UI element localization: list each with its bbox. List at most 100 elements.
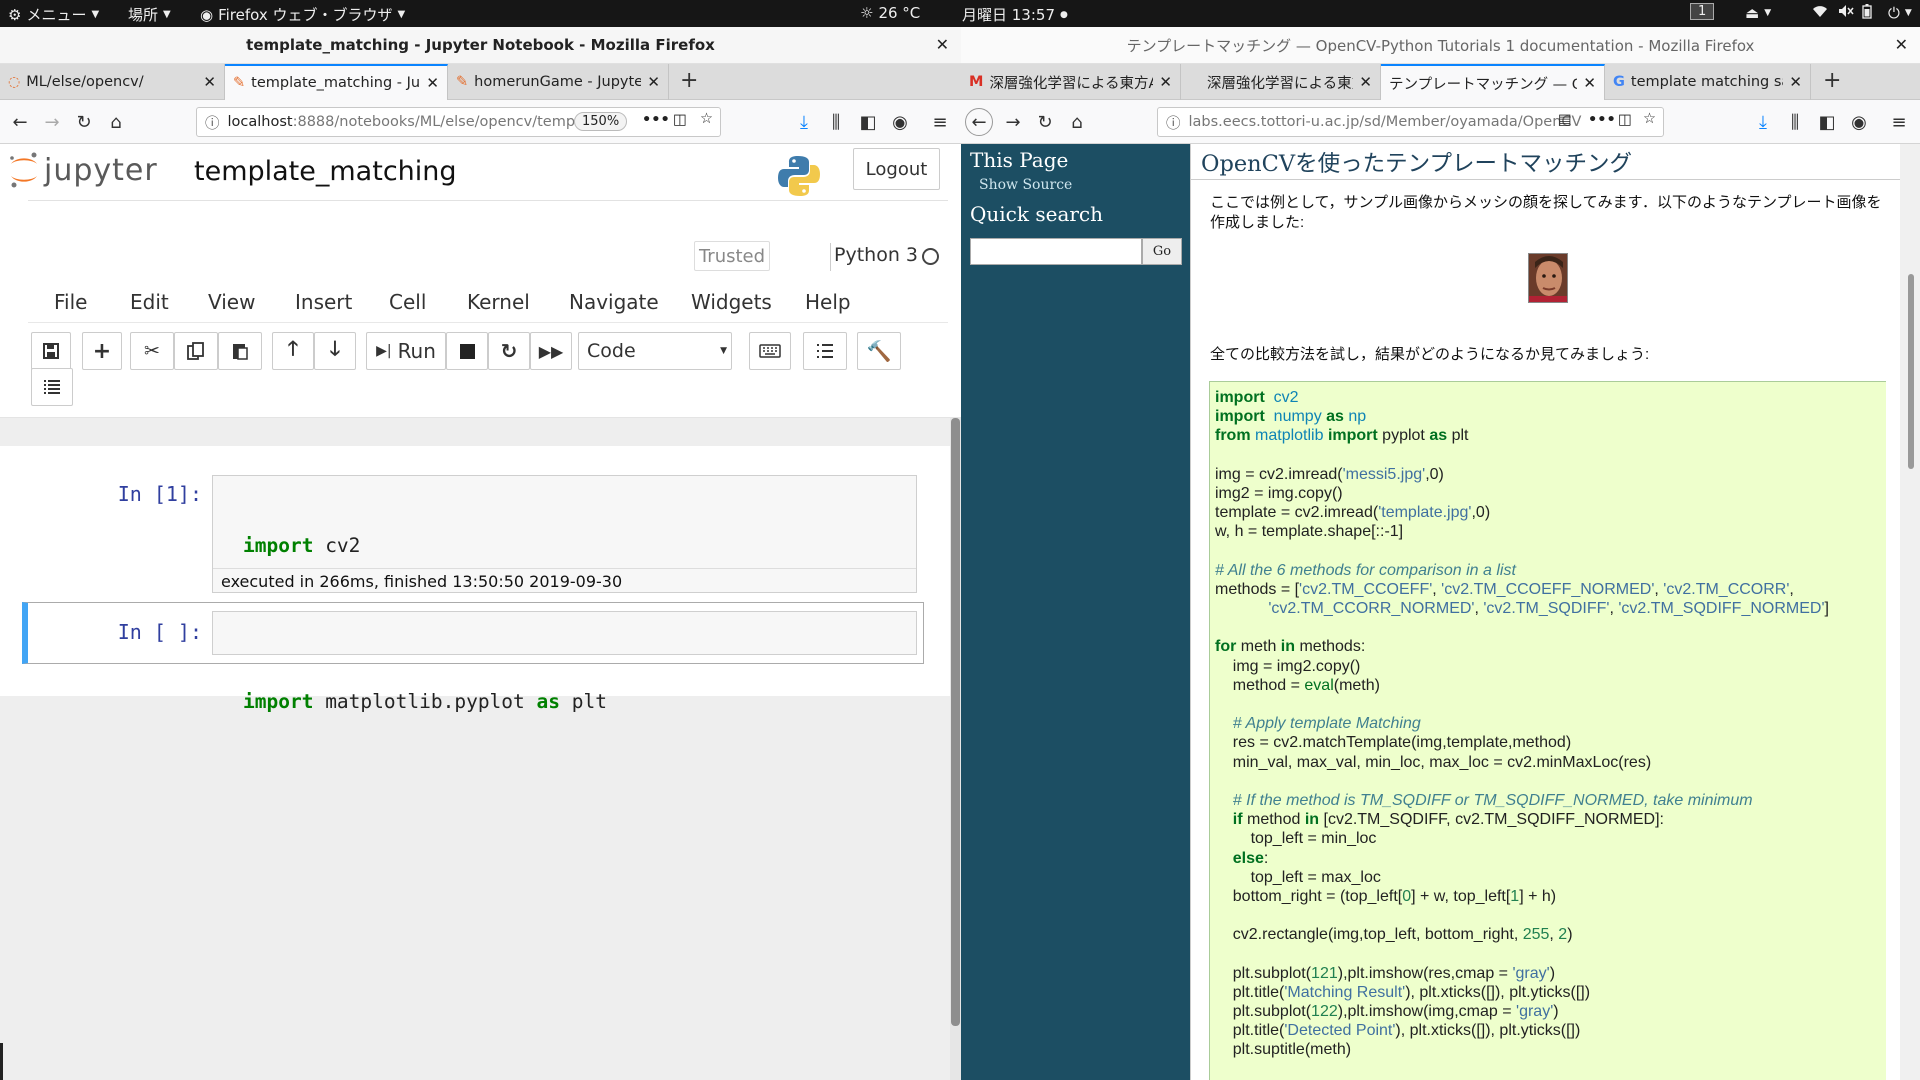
page-actions-icon[interactable]: •••: [1588, 112, 1616, 128]
sidebar-toggle-icon[interactable]: ◧: [856, 110, 880, 134]
window-titlebar[interactable]: template_matching - Jupyter Notebook - M…: [0, 27, 961, 64]
trusted-indicator[interactable]: Trusted: [694, 241, 770, 271]
library-icon[interactable]: ⫼: [824, 110, 848, 134]
menu-view[interactable]: View: [208, 290, 255, 314]
url-bar[interactable]: ⓘ labs.eecs.tottori-u.ac.jp/sd/Member/oy…: [1157, 107, 1664, 137]
code-cell-input-empty[interactable]: [212, 611, 917, 655]
extension-icon[interactable]: ◉: [1847, 110, 1871, 134]
menu-navigate[interactable]: Navigate: [569, 290, 659, 314]
library-icon[interactable]: ⫼: [1783, 110, 1807, 134]
logout-button[interactable]: Logout: [853, 148, 940, 190]
tab-deep-rl-1[interactable]: M 深層強化学習による東方A ✕: [961, 64, 1181, 100]
download-icon[interactable]: ⤓: [1751, 110, 1775, 134]
code-cell-input[interactable]: import cv2 import numpy as np import mat…: [212, 475, 917, 713]
download-icon[interactable]: ⤓: [792, 110, 816, 134]
reload-icon[interactable]: ↻: [72, 110, 96, 134]
copy-button[interactable]: [174, 332, 218, 370]
info-icon[interactable]: ⓘ: [205, 112, 220, 133]
scrollbar-thumb[interactable]: [951, 418, 960, 1026]
hammer-button[interactable]: 🔨: [857, 332, 901, 370]
tab-deep-rl-2[interactable]: 深層強化学習による東方A ✕: [1181, 64, 1381, 100]
code-block[interactable]: import cv2 import numpy as np from matplot…: [1209, 381, 1886, 1080]
interrupt-button[interactable]: [446, 332, 488, 370]
battery-icon[interactable]: [1862, 4, 1872, 19]
close-tab-icon[interactable]: ✕: [1159, 73, 1172, 91]
close-icon[interactable]: ✕: [936, 35, 949, 54]
back-icon[interactable]: ←: [965, 108, 993, 136]
menu-insert[interactable]: Insert: [295, 290, 352, 314]
close-icon[interactable]: ✕: [1895, 35, 1908, 54]
menu-kernel[interactable]: Kernel: [467, 290, 530, 314]
zoom-indicator[interactable]: 150%: [574, 112, 628, 131]
menu-file[interactable]: File: [54, 290, 87, 314]
toc-button[interactable]: [803, 332, 847, 370]
move-down-button[interactable]: 🡓: [314, 332, 356, 370]
window-titlebar[interactable]: テンプレートマッチング — OpenCV-Python Tutorials 1 …: [961, 27, 1920, 64]
tab-template-matching[interactable]: ✎ template_matching - Jupy ✕: [225, 64, 448, 100]
paste-button[interactable]: [218, 332, 262, 370]
close-tab-icon[interactable]: ✕: [1583, 74, 1596, 92]
app-menu[interactable]: ⚙ メニュー ▼: [8, 4, 99, 25]
menu-widgets[interactable]: Widgets: [691, 290, 772, 314]
tab-homerun-game[interactable]: ✎ homerunGame - Jupyter N ✕: [448, 64, 669, 100]
bookmark-star-icon[interactable]: ☆: [1643, 111, 1656, 127]
run-button[interactable]: ▶| Run: [366, 332, 446, 370]
bookmark-star-icon[interactable]: ☆: [700, 111, 713, 127]
home-icon[interactable]: ⌂: [104, 110, 128, 134]
clock[interactable]: 月曜日 13:57 ●: [962, 4, 1068, 25]
cell-type-select[interactable]: Code ▼: [578, 332, 732, 370]
back-icon[interactable]: ←: [8, 110, 32, 134]
active-app-menu[interactable]: ◉ Firefox ウェブ・ブラウザ ▼: [200, 4, 405, 25]
places-menu[interactable]: 場所 ▼: [128, 4, 171, 25]
forward-icon[interactable]: →: [40, 110, 64, 134]
restart-run-all-button[interactable]: ▶▶: [530, 332, 572, 370]
reader-view-icon[interactable]: ▤: [1558, 112, 1572, 128]
list-button[interactable]: [31, 368, 73, 406]
notebook-name[interactable]: template_matching: [194, 156, 457, 187]
info-icon[interactable]: ⓘ: [1166, 112, 1181, 133]
tab-ml-else-opencv[interactable]: ◌ ML/else/opencv/ ✕: [0, 64, 225, 100]
extension-icon[interactable]: ◉: [888, 110, 912, 134]
url-bar[interactable]: ⓘ localhost:8888/notebooks/ML/else/openc…: [196, 107, 721, 137]
workspace-indicator[interactable]: 1: [1690, 3, 1715, 20]
close-tab-icon[interactable]: ✕: [1359, 73, 1372, 91]
eject-icon[interactable]: ⏏ ▼: [1745, 4, 1771, 22]
new-tab-icon[interactable]: +: [1823, 68, 1841, 93]
pocket-icon[interactable]: ◫: [1618, 112, 1632, 128]
close-tab-icon[interactable]: ✕: [647, 73, 660, 91]
menu-help[interactable]: Help: [805, 290, 851, 314]
search-input[interactable]: [970, 238, 1142, 265]
close-tab-icon[interactable]: ✕: [1789, 73, 1802, 91]
sidebar-toggle-icon[interactable]: ◧: [1815, 110, 1839, 134]
add-cell-button[interactable]: +: [82, 332, 122, 370]
wifi-icon[interactable]: [1812, 4, 1828, 18]
page-actions-icon[interactable]: •••: [642, 112, 670, 128]
hamburger-menu-icon[interactable]: ≡: [1887, 110, 1911, 134]
command-palette-button[interactable]: [749, 332, 791, 370]
show-source-link[interactable]: Show Source: [979, 177, 1072, 193]
save-button[interactable]: [31, 332, 71, 370]
kernel-name[interactable]: Python 3: [834, 244, 918, 266]
home-icon[interactable]: ⌂: [1065, 110, 1089, 134]
weather-indicator[interactable]: ☼ 26 °C: [860, 4, 920, 22]
close-tab-icon[interactable]: ✕: [203, 73, 216, 91]
pocket-icon[interactable]: ◫: [673, 112, 687, 128]
forward-icon[interactable]: →: [1001, 110, 1025, 134]
close-tab-icon[interactable]: ✕: [426, 74, 439, 92]
menu-cell[interactable]: Cell: [389, 290, 426, 314]
jupyter-logo[interactable]: jupyter: [8, 150, 158, 190]
volume-icon[interactable]: [1838, 4, 1854, 18]
new-tab-icon[interactable]: +: [680, 68, 698, 93]
cut-button[interactable]: ✂: [130, 332, 174, 370]
scrollbar-thumb[interactable]: [1908, 274, 1914, 469]
notebook-scrollbar[interactable]: [950, 418, 961, 1080]
power-icon[interactable]: ⏻ ▼: [1888, 4, 1912, 22]
menu-edit[interactable]: Edit: [130, 290, 169, 314]
tab-template-matching-doc[interactable]: テンプレートマッチング — Ope ✕: [1381, 64, 1605, 100]
restart-button[interactable]: ↻: [488, 332, 530, 370]
move-up-button[interactable]: 🡑: [272, 332, 314, 370]
doc-scrollbar[interactable]: [1900, 144, 1920, 1080]
hamburger-menu-icon[interactable]: ≡: [928, 110, 952, 134]
reload-icon[interactable]: ↻: [1033, 110, 1057, 134]
tab-google-search[interactable]: G template matching sample ✕: [1605, 64, 1811, 100]
